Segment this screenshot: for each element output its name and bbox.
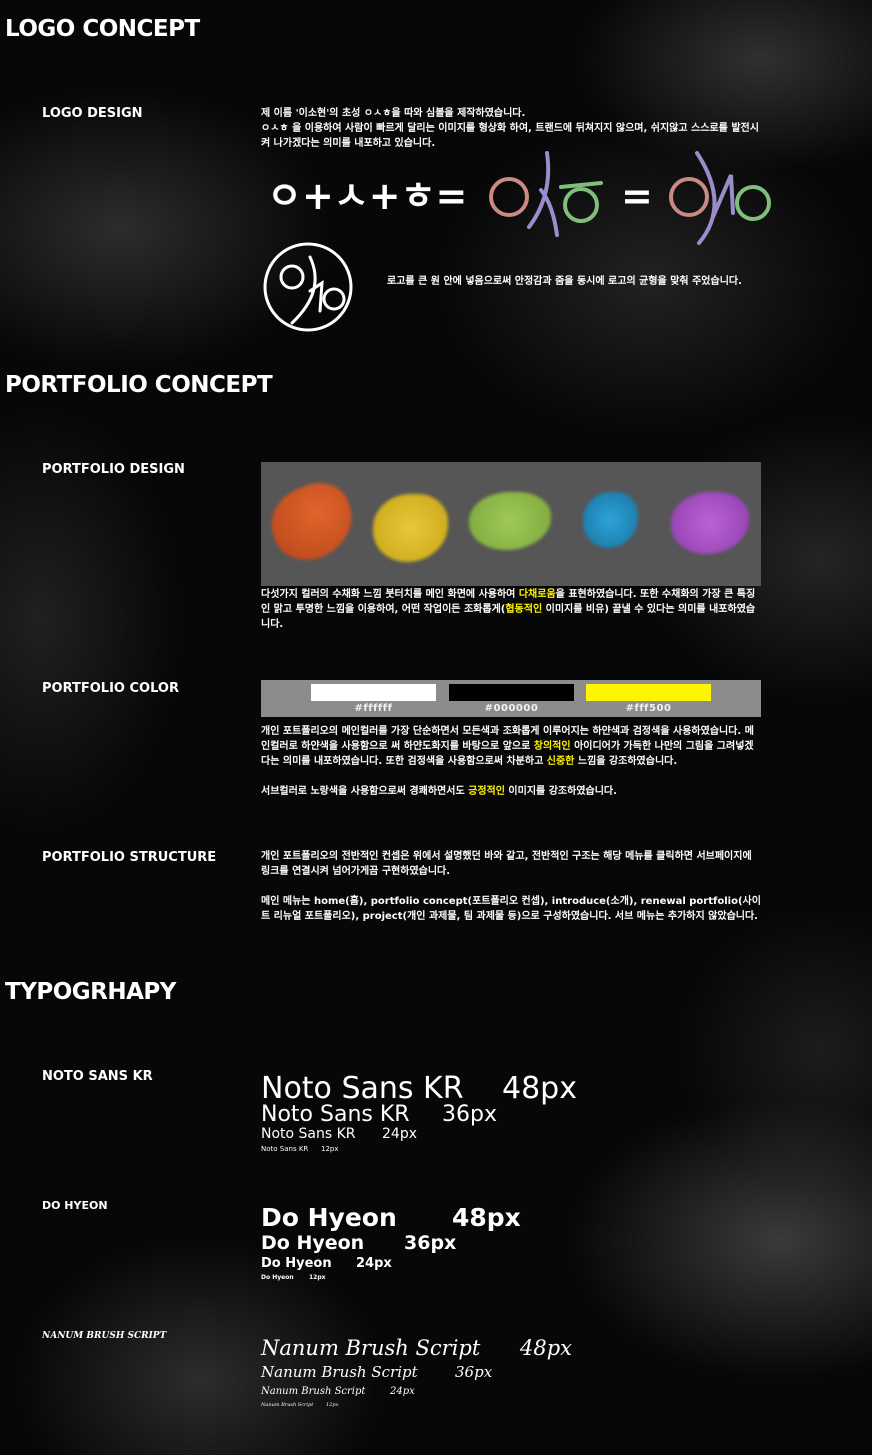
color-palette: #ffffff #000000 #fff500 — [261, 680, 761, 717]
highlight: 긍정적인 — [468, 786, 505, 797]
dohyeon-samples: Do Hyeon 48px Do Hyeon 36px Do Hyeon 24px D… — [261, 1205, 521, 1281]
sample-size: 48px — [502, 1071, 577, 1106]
section-title-typography: TYPOGRHAPY — [5, 979, 176, 1005]
section-title-logo-concept: LOGO CONCEPT — [5, 16, 200, 42]
brush-stroke-orange — [261, 474, 363, 570]
swatch-label: #ffffff — [354, 703, 393, 714]
sample-size: 12px — [326, 1402, 339, 1408]
structure-desc-2: 메인 메뉴는 home(홈), portfolio concept(포트폴리오 … — [261, 896, 761, 922]
portfolio-structure-label: PORTFOLIO STRUCTURE — [42, 850, 217, 865]
sample-size: 36px — [442, 1102, 497, 1127]
sample-name: Noto Sans KR — [261, 1071, 464, 1106]
brush-strokes-image — [261, 462, 761, 586]
logo-formula: ㅇ+ㅅ+ㅎ= = — [267, 151, 771, 245]
circle-logo-desc: 로고를 큰 원 안에 넣음으로써 안정감과 줌을 동시에 로고의 균형을 맞춰 … — [387, 276, 742, 287]
sample-name: Nanum Brush Script — [261, 1386, 366, 1397]
sample-name: Noto Sans KR — [261, 1102, 410, 1127]
section-title-portfolio-concept: PORTFOLIO CONCEPT — [5, 372, 273, 398]
brush-stroke-green — [469, 492, 551, 550]
text: 이미지를 강조하였습니다. — [504, 786, 617, 797]
font-label-noto: NOTO SANS KR — [42, 1069, 153, 1084]
swatch-label: #fff500 — [625, 703, 672, 714]
logo-combined-2 — [669, 151, 771, 245]
logo-formula-text: ㅇ+ㅅ+ㅎ= — [267, 174, 467, 218]
sample-name: Nanum Brush Script — [261, 1363, 418, 1381]
sample-size: 12px — [309, 1274, 326, 1281]
sample-size: 36px — [404, 1232, 457, 1254]
sample-name: Do Hyeon — [261, 1256, 332, 1271]
sample-size: 36px — [455, 1363, 493, 1381]
brush-stroke-yellow — [373, 494, 448, 562]
highlight: 다채로움 — [518, 589, 556, 600]
swatch-white — [311, 684, 436, 701]
sample-name: Nanum Brush Script — [261, 1402, 314, 1408]
portfolio-design-desc: 다섯가지 컬러의 수채화 느낌 붓터치를 메인 화면에 사용하여 다채로움을 표… — [261, 587, 761, 632]
sample-size: 12px — [321, 1145, 339, 1153]
nanum-brush-samples: Nanum Brush Script 48px Nanum Brush Scrip… — [261, 1338, 572, 1408]
highlight: 협동적인 — [505, 604, 543, 615]
highlight: 창의적인 — [533, 741, 571, 752]
portfolio-subcolor-desc: 서브컬러로 노랑색을 사용함으로써 경쾌하면서도 긍정적인 이미지를 강조하였습… — [261, 784, 761, 799]
text: 느낌을 강조하였습니다. — [574, 756, 678, 767]
brush-stroke-blue — [583, 492, 638, 548]
portfolio-color-label: PORTFOLIO COLOR — [42, 681, 179, 696]
sample-size: 48px — [452, 1203, 521, 1232]
sample-name: Noto Sans KR — [261, 1145, 309, 1153]
text: 다섯가지 컬러의 수채화 느낌 붓터치를 메인 화면에 사용하여 — [261, 589, 519, 600]
font-label-dohyeon: DO HYEON — [42, 1199, 108, 1212]
logo-equals: = — [621, 174, 653, 218]
swatch-black — [449, 684, 574, 701]
sample-name: Do Hyeon — [261, 1232, 365, 1254]
sample-size: 48px — [520, 1336, 573, 1360]
portfolio-design-label: PORTFOLIO DESIGN — [42, 462, 185, 477]
structure-desc-1: 개인 포트폴리오의 전반적인 컨셉은 위에서 설명했던 바와 같고, 전반적인 … — [261, 851, 752, 877]
text: 서브컬러로 노랑색을 사용함으로써 경쾌하면서도 — [261, 786, 469, 797]
sample-size: 24px — [390, 1386, 415, 1397]
circle-logo — [263, 242, 353, 332]
sample-size: 24px — [382, 1126, 417, 1142]
sample-name: Do Hyeon — [261, 1203, 397, 1232]
swatch-label: #000000 — [484, 703, 539, 714]
swatch-yellow — [586, 684, 711, 701]
sample-name: Nanum Brush Script — [261, 1336, 481, 1360]
highlight: 신중한 — [546, 756, 575, 767]
font-label-nanum-brush: NANUM BRUSH SCRIPT — [42, 1331, 167, 1341]
sample-size: 24px — [356, 1256, 392, 1271]
logo-design-label: LOGO DESIGN — [42, 106, 143, 121]
noto-samples: Noto Sans KR 48px Noto Sans KR 36px Noto S… — [261, 1074, 577, 1153]
logo-combined-1 — [489, 151, 603, 237]
brush-stroke-purple — [671, 492, 749, 554]
logo-desc-line1: 제 이름 '이소현'의 초성 ㅇㅅㅎ을 따와 심볼을 제작하였습니다. — [261, 108, 526, 119]
sample-name: Do Hyeon — [261, 1274, 294, 1281]
sample-name: Noto Sans KR — [261, 1126, 356, 1142]
portfolio-color-desc: 개인 포트폴리오의 메인컬러를 가장 단순하면서 모든색과 조화롭게 이루어지는… — [261, 724, 761, 769]
